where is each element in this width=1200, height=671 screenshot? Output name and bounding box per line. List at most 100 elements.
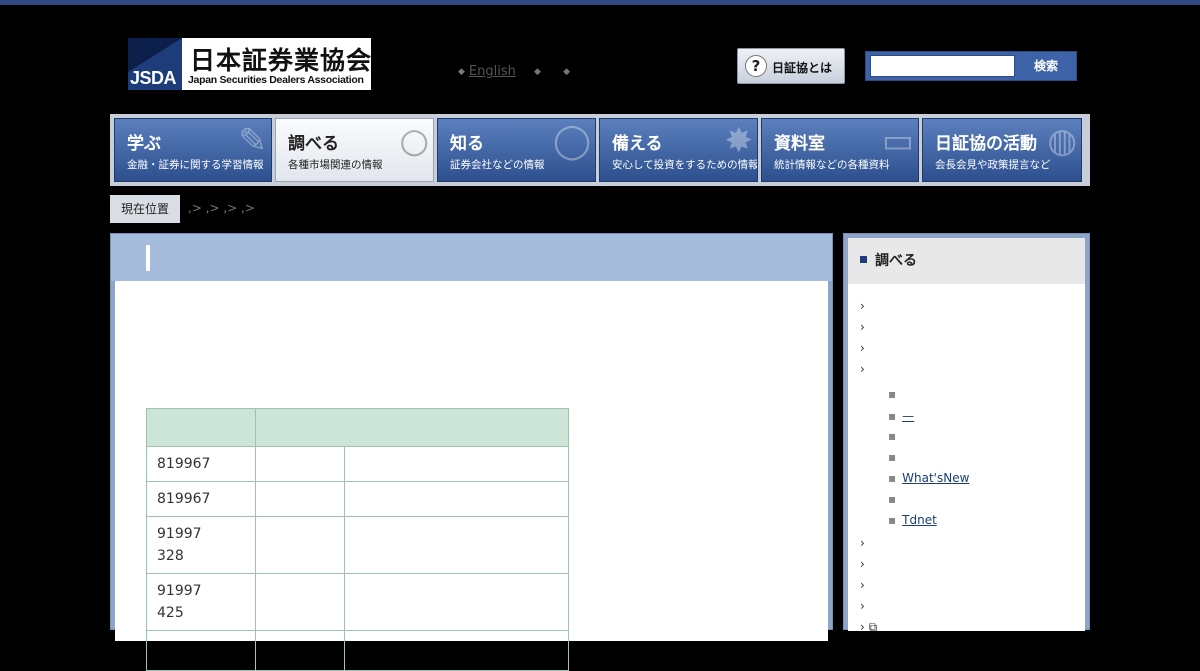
table-cell (255, 573, 345, 631)
table-header-cell (146, 408, 256, 447)
sidebar-subitem[interactable]: ▪ What'sNew (888, 471, 969, 485)
burst-icon: ✸ (724, 121, 754, 161)
logo-abbr: JSDA (130, 68, 177, 88)
table-cell (255, 481, 345, 517)
nav-tab-subtitle: 証券会社などの情報 (450, 159, 545, 171)
nav-tab-library[interactable]: 資料室 統計情報などの各種資料 ▭ (761, 118, 919, 182)
nav-tab-prepare[interactable]: 備える 安心して投資をするための情報 ✸ (599, 118, 758, 182)
main-content: 819967 819967 91997 328 91997 425 (110, 233, 833, 671)
sidebar-item[interactable]: › (860, 578, 865, 592)
jsda-logo[interactable]: JSDA 日本証券業協会 Japan Securities Dealers As… (128, 38, 371, 90)
globe-icon: ◍ (1047, 121, 1077, 161)
table-row: 819967 (146, 481, 569, 517)
bullet-icon: ▪ (888, 492, 897, 506)
nav-tab-research[interactable]: 調べる 各種市場関連の情報 ○ (275, 118, 434, 182)
title-marker (146, 245, 150, 271)
top-accent-bar (0, 0, 1200, 5)
nav-tab-activities[interactable]: 日証協の活動 会長会見や政策提言など ◍ (922, 118, 1082, 182)
sidebar-panel: 調べる › › › › ▪ ▪ — ▪ ▪ ▪ What'sNew ▪ ▪ Tdnet… (848, 238, 1085, 634)
nav-tab-learn[interactable]: 学ぶ 金融・証券に関する学習情報 ✎ (114, 118, 272, 182)
nav-tab-title: 調べる (288, 134, 339, 154)
external-window-icon: ⧉ (868, 620, 878, 634)
sidebar-subitem[interactable]: ▪ (888, 450, 902, 464)
table-row (146, 630, 569, 671)
sidebar-subitem[interactable]: ▪ Tdnet (888, 513, 937, 527)
sidebar-title: 調べる (848, 238, 1085, 284)
table-cell (255, 446, 345, 482)
english-link[interactable]: English (469, 64, 516, 79)
language-links: ◆ English ◆ ◆ (458, 64, 588, 79)
sidebar-subitem[interactable]: ▪ (888, 387, 902, 401)
search-input[interactable] (870, 55, 1015, 77)
sidebar-item[interactable]: › (860, 536, 865, 550)
book-icon: ▭ (881, 121, 914, 161)
table-cell (344, 630, 569, 671)
bullet-icon: ◆ (534, 66, 541, 77)
square-icon (860, 256, 867, 263)
sidebar-item[interactable]: › (860, 557, 865, 571)
nav-tab-subtitle: 会長会見や政策提言など (935, 159, 1051, 171)
search-button[interactable]: 検索 (1016, 52, 1076, 80)
bullet-icon: ▪ (888, 429, 897, 443)
about-label: 日証協とは (772, 61, 833, 75)
about-jsda-button[interactable]: ? 日証協とは (737, 48, 845, 84)
logo-name-jp: 日本証券業協会 (190, 47, 373, 75)
sidebar-subitem[interactable]: ▪ (888, 429, 902, 443)
nav-tab-know[interactable]: 知る 証券会社などの情報 ◯ (437, 118, 596, 182)
search-box: 検索 (865, 51, 1077, 81)
global-nav: 学ぶ 金融・証券に関する学習情報 ✎ 調べる 各種市場関連の情報 ○ 知る 証券… (110, 114, 1090, 186)
sidebar-item[interactable]: › (860, 599, 865, 613)
bullet-icon: ▪ (888, 409, 897, 423)
bullet-icon: ◆ (563, 66, 570, 77)
cell-line: 91997 (157, 526, 202, 542)
sidebar-subitem[interactable]: ▪ (888, 492, 902, 506)
whats-new-link[interactable]: What'sNew (902, 471, 969, 485)
sidebar: 調べる › › › › ▪ ▪ — ▪ ▪ ▪ What'sNew ▪ ▪ Tdnet… (843, 233, 1090, 634)
data-table: 819967 819967 91997 328 91997 425 (146, 408, 569, 671)
breadcrumb: ,> ,> ,> ,> (188, 201, 255, 215)
table-header-row (146, 408, 569, 447)
table-row: 91997 425 (146, 573, 569, 631)
nav-tab-title: 学ぶ (127, 134, 161, 154)
table-cell (344, 446, 569, 482)
table-cell (146, 630, 256, 671)
cell-line: 91997 (157, 583, 202, 599)
sidebar-item[interactable]: › (860, 320, 865, 334)
table-cell (344, 516, 569, 574)
nav-tab-title: 備える (612, 134, 663, 154)
sidebar-item[interactable]: › ⧉ (860, 620, 877, 635)
nav-tab-title: 知る (450, 134, 484, 154)
table-cell (255, 630, 345, 671)
page-title-bar (111, 234, 832, 281)
sidebar-item[interactable]: › (860, 299, 865, 313)
logo-mark: JSDA (128, 38, 182, 90)
bullet-icon: ▪ (888, 471, 897, 485)
table-cell (344, 573, 569, 631)
breadcrumb-label: 現在位置 (110, 195, 180, 223)
bullet-icon: ▪ (888, 450, 897, 464)
table-row: 819967 (146, 446, 569, 482)
magnifier-icon: ○ (399, 121, 429, 161)
cell-line: 328 (157, 548, 184, 564)
table-cell: 819967 (146, 481, 256, 517)
table-header-cell (255, 408, 569, 447)
cell-line: 425 (157, 605, 184, 621)
sidebar-item[interactable]: › (860, 341, 865, 355)
table-cell (255, 516, 345, 574)
table-cell: 91997 328 (146, 516, 256, 574)
pen-icon: ✎ (238, 121, 268, 161)
sidebar-subitem-link[interactable]: — (902, 409, 914, 423)
sidebar-item[interactable]: › (860, 362, 865, 376)
nav-tab-subtitle: 統計情報などの各種資料 (774, 159, 890, 171)
sidebar-subitem[interactable]: ▪ — (888, 409, 914, 423)
table-cell: 91997 425 (146, 573, 256, 631)
table-cell (344, 481, 569, 517)
tdnet-link[interactable]: Tdnet (902, 513, 937, 527)
table-row: 91997 328 (146, 516, 569, 574)
bullet-icon: ▪ (888, 513, 897, 527)
bullet-icon: ◆ (458, 66, 465, 77)
speech-bubble-icon: ◯ (552, 121, 591, 161)
nav-tab-title: 日証協の活動 (935, 134, 1037, 154)
logo-name-en: Japan Securities Dealers Association (188, 74, 364, 86)
bullet-icon: ▪ (888, 387, 897, 401)
